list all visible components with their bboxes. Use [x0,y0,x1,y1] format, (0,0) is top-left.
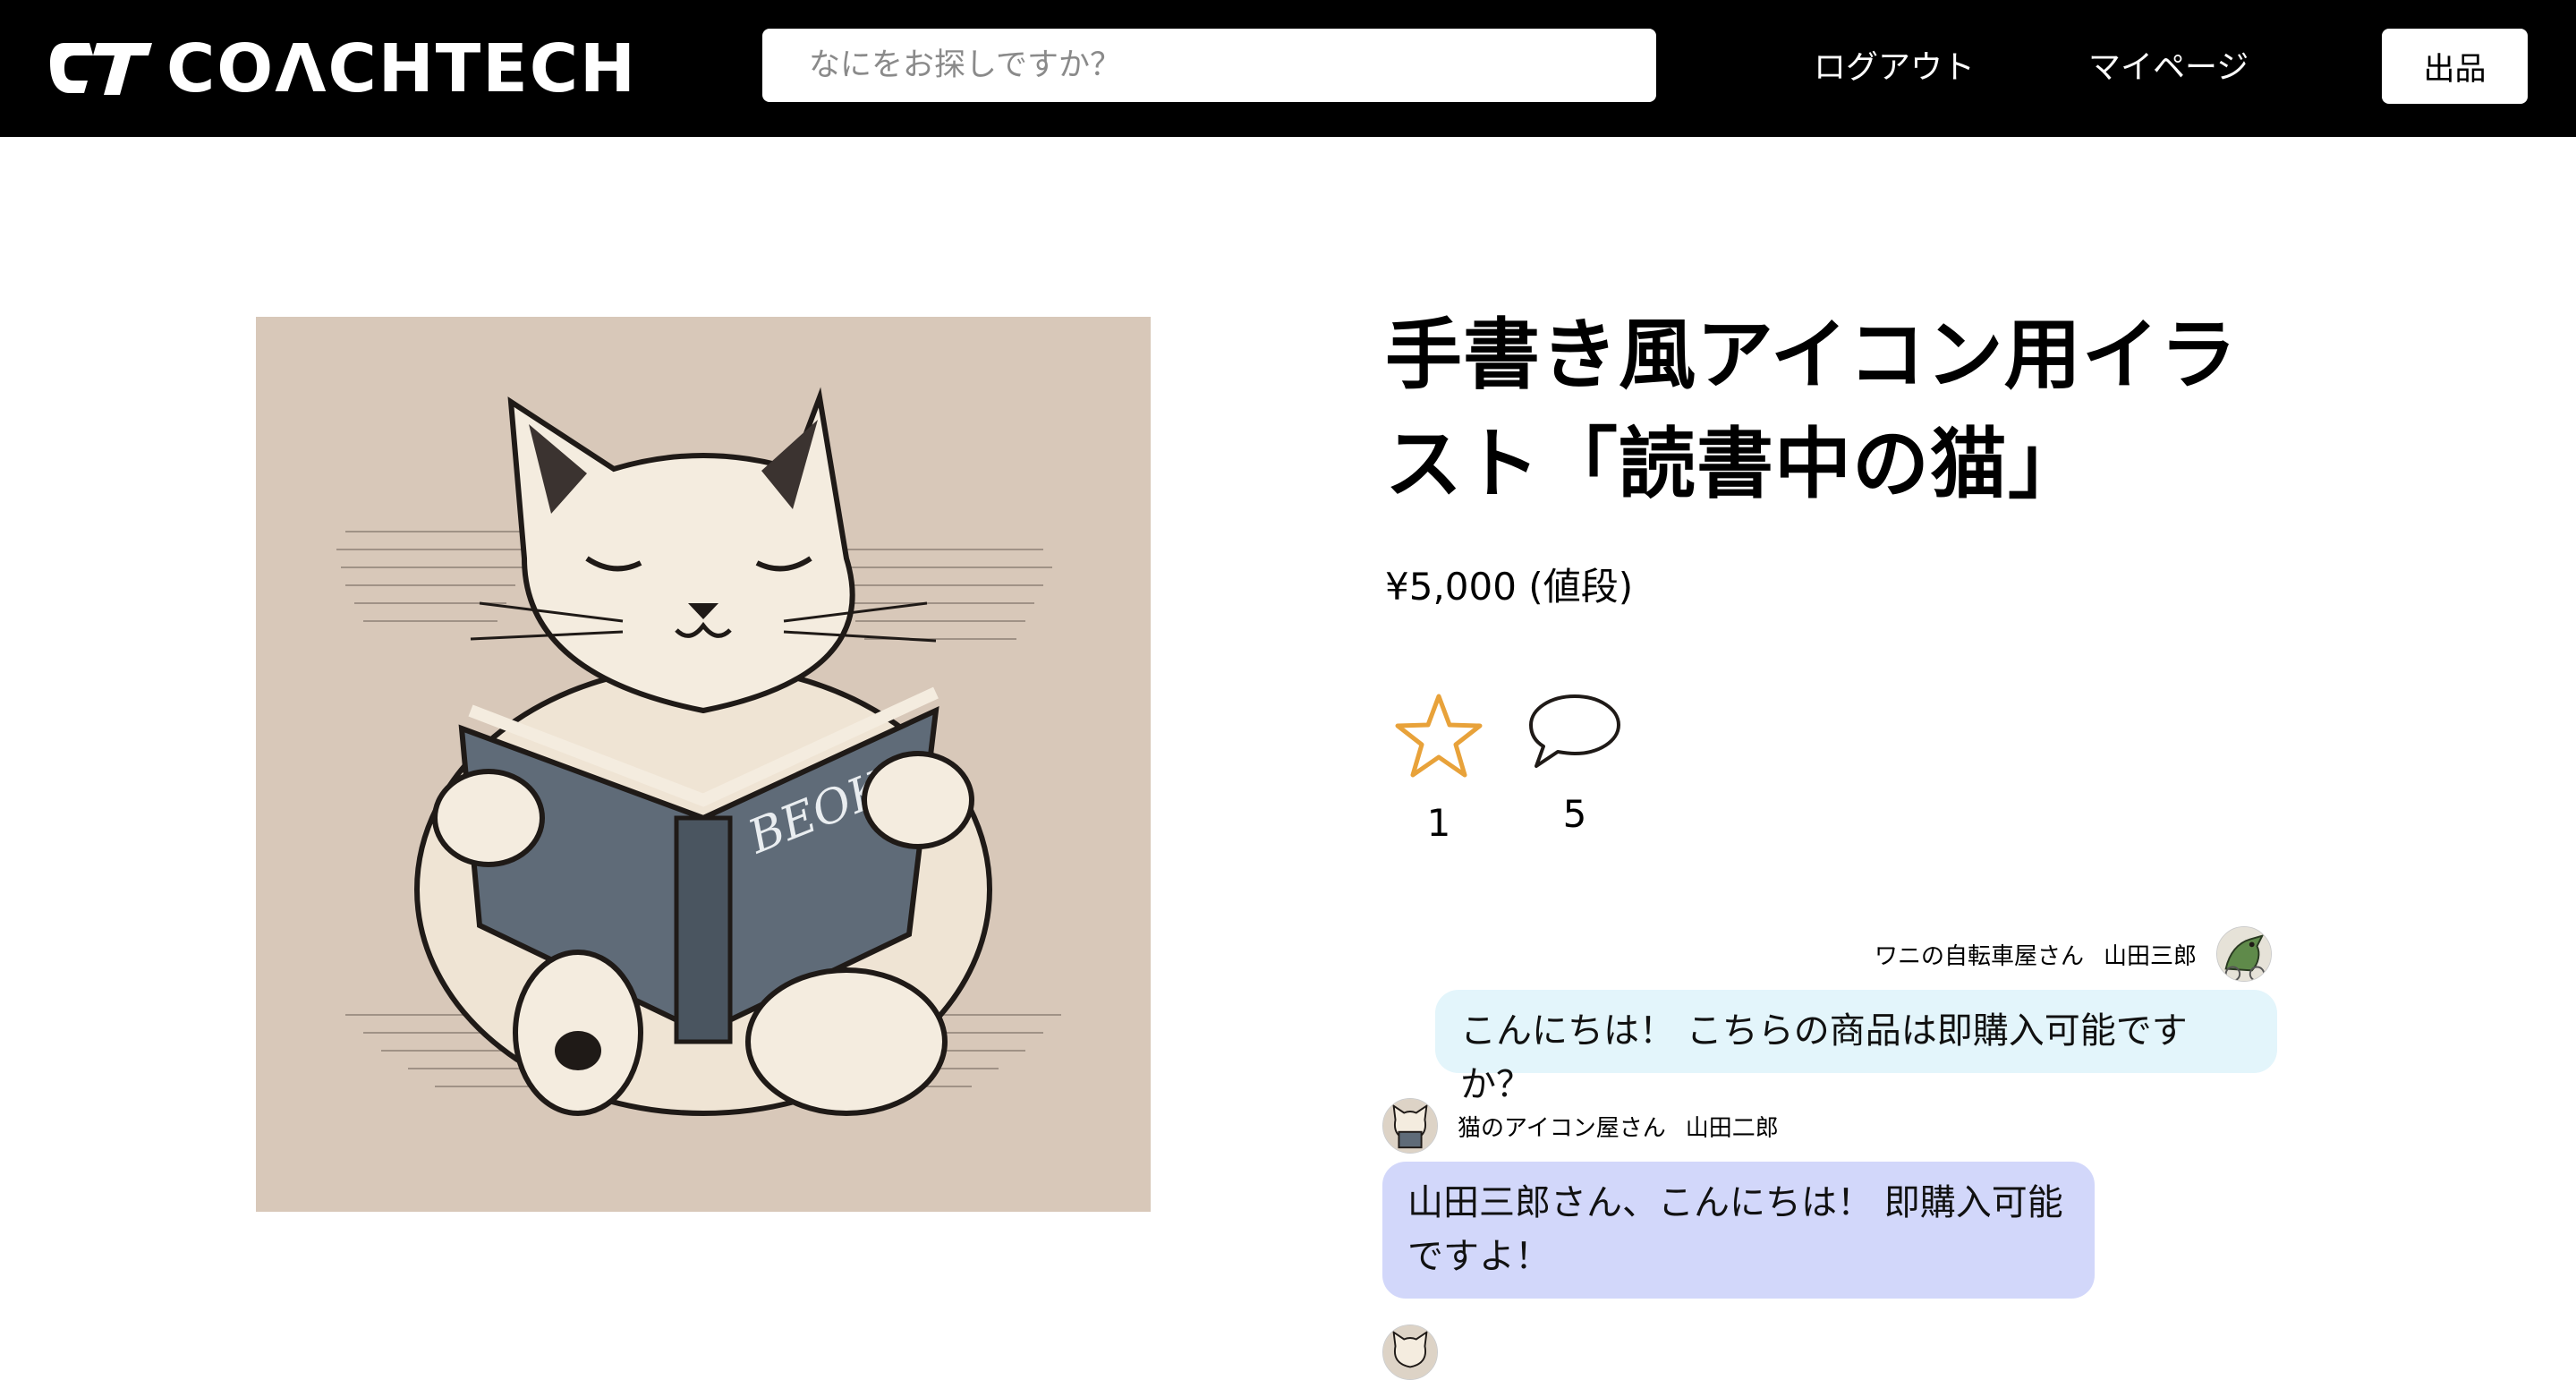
comment-shop-name: ワニの自転車屋さん [1875,942,2085,970]
cat-avatar-icon[interactable] [1382,1098,1438,1154]
star-icon[interactable] [1392,691,1485,780]
comment-author: 猫のアイコン屋さん 山田二郎 [1382,1098,1779,1154]
favorite-stat: 1 [1385,691,1492,845]
product-image: BEOK [256,317,1151,1212]
comment-bubble: 山田三郎さん、こんにちは！ 即購入可能ですよ！ [1382,1162,2095,1299]
comment-author-partial [1382,1325,1438,1380]
comment-stat: 5 [1521,691,1628,836]
comment-count: 5 [1562,792,1587,836]
logo-mark-icon [50,43,152,95]
comment-user-name: 山田二郎 [1685,1114,1779,1142]
comment-author: ワニの自転車屋さん 山田三郎 [1875,926,2273,982]
comment-bubble-icon[interactable] [1526,691,1624,771]
comment-user-name: 山田三郎 [2104,942,2198,970]
mypage-link[interactable]: マイページ [2088,47,2249,89]
crocodile-avatar-icon[interactable] [2216,926,2273,982]
search-input[interactable] [762,29,1656,102]
logout-link[interactable]: ログアウト [1814,47,1975,89]
product-price: ¥5,000 (値段) [1385,565,1634,609]
reading-cat-illustration: BEOK [256,317,1151,1212]
comment-shop-name: 猫のアイコン屋さん [1458,1114,1666,1142]
cat-avatar-icon[interactable] [1382,1325,1438,1380]
logo[interactable]: COΛCHTECH [48,34,637,104]
header: COΛCHTECH ログアウト マイページ 出品 [0,0,2576,137]
sell-button[interactable]: 出品 [2382,29,2528,104]
comment-bubble: こんにちは！ こちらの商品は即購入可能ですか？ [1435,990,2277,1105]
logo-text: COΛCHTECH [166,30,637,107]
product-title: 手書き風アイコン用イラスト「読書中の猫」 [1385,311,2238,509]
favorite-count: 1 [1426,801,1451,845]
